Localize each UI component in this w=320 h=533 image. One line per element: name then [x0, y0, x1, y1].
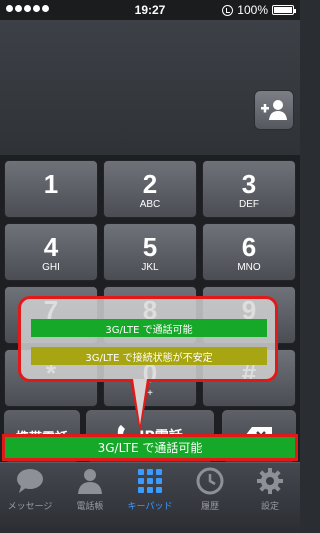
legend-text: 3G/LTE で接続状態が不安定	[85, 352, 213, 364]
tab-label: メッセージ	[7, 502, 53, 512]
add-contact-button[interactable]	[254, 90, 294, 130]
key-digit: 2	[142, 169, 158, 199]
clock-icon	[196, 467, 224, 495]
key-4[interactable]: 4 GHI	[4, 223, 98, 281]
key-6[interactable]: 6 MNO	[202, 223, 296, 281]
status-right: 100%	[222, 3, 296, 17]
key-digit: 1	[43, 169, 59, 199]
tab-label: 電話帳	[76, 502, 104, 512]
popup-tail-fill	[133, 379, 147, 425]
rotation-lock-icon	[222, 4, 234, 16]
gear-icon	[256, 467, 284, 495]
tab-label: キーパッド	[127, 502, 173, 512]
legend-text: 3G/LTE で通話可能	[105, 324, 193, 336]
tab-contacts[interactable]: 電話帳	[60, 463, 120, 533]
battery-percent: 100%	[237, 3, 268, 17]
key-digit: 3	[241, 169, 257, 199]
tab-label: 設定	[260, 502, 279, 512]
tab-messages[interactable]: メッセージ	[0, 463, 60, 533]
number-display	[0, 20, 300, 155]
tab-bar: メッセージ 電話帳 キーパッド 履歴 設定	[0, 462, 300, 533]
connection-legend-popup: 3G/LTE で通話可能 3G/LTE で接続状態が不安定	[18, 296, 278, 382]
key-letters: GHI	[42, 262, 60, 273]
key-letters: JKL	[141, 262, 159, 273]
tab-keypad[interactable]: キーパッド	[120, 463, 180, 533]
contacts-icon	[75, 467, 105, 495]
legend-item-available: 3G/LTE で通話可能	[31, 319, 267, 337]
key-letters: ABC	[139, 199, 161, 210]
key-digit: 4	[43, 232, 59, 262]
key-digit: 5	[142, 232, 158, 262]
keypad-icon	[137, 467, 163, 495]
key-letters: DEF	[239, 199, 259, 210]
status-bar: 19:27 100%	[0, 0, 300, 20]
key-3[interactable]: 3 DEF	[202, 160, 296, 218]
key-letters: MNO	[237, 262, 261, 273]
battery-icon	[272, 5, 296, 15]
legend-item-unstable: 3G/LTE で接続状態が不安定	[31, 347, 267, 365]
key-1[interactable]: 1	[4, 160, 98, 218]
add-person-icon	[261, 100, 287, 120]
key-5[interactable]: 5 JKL	[103, 223, 197, 281]
tab-history[interactable]: 履歴	[180, 463, 240, 533]
connection-status-text: 3G/LTE で通話可能	[97, 441, 203, 455]
connection-status-strip: 3G/LTE で通話可能	[2, 434, 298, 461]
tab-label: 履歴	[200, 502, 219, 512]
key-letters: +	[147, 388, 153, 399]
key-digit: 6	[241, 232, 257, 262]
tab-settings[interactable]: 設定	[240, 463, 300, 533]
key-2[interactable]: 2 ABC	[103, 160, 197, 218]
speech-bubble-icon	[15, 467, 45, 495]
